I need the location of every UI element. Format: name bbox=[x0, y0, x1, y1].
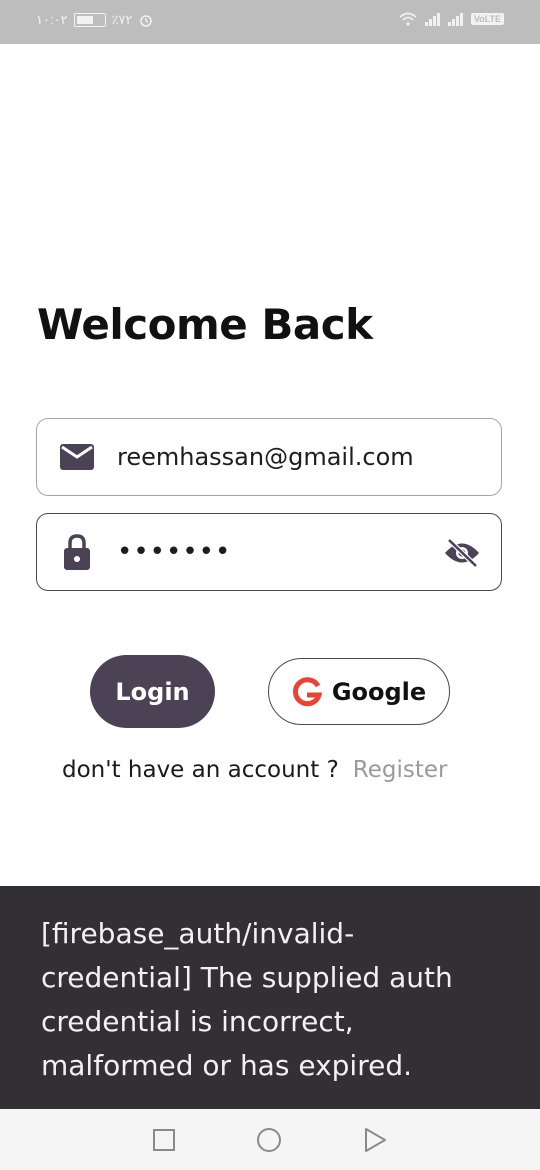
signal-icon-1 bbox=[424, 12, 440, 26]
register-link[interactable]: Register bbox=[353, 757, 448, 783]
status-time: ١٠:٠٢ bbox=[36, 12, 68, 27]
recents-square-icon[interactable] bbox=[152, 1128, 176, 1152]
battery-icon bbox=[73, 13, 106, 27]
volte-badge: VoLTE bbox=[470, 13, 504, 25]
email-field[interactable] bbox=[36, 418, 502, 496]
password-input[interactable] bbox=[117, 537, 437, 567]
snackbar-message: [firebase_auth/invalid-credential] The s… bbox=[41, 917, 453, 1082]
eye-off-icon[interactable] bbox=[443, 538, 481, 573]
signal-icon-2 bbox=[447, 12, 463, 26]
lock-icon bbox=[59, 534, 95, 570]
battery-percent: ٪٧٢ bbox=[111, 12, 133, 27]
back-triangle-icon[interactable] bbox=[362, 1127, 388, 1153]
password-field[interactable] bbox=[36, 513, 502, 591]
page-title: Welcome Back bbox=[37, 300, 373, 349]
error-snackbar: [firebase_auth/invalid-credential] The s… bbox=[0, 886, 540, 1109]
google-button-label: Google bbox=[331, 677, 427, 706]
login-button[interactable]: Login bbox=[90, 655, 215, 728]
status-right: VoLTE bbox=[399, 12, 504, 26]
alarm-icon bbox=[139, 15, 152, 27]
navigation-bar bbox=[0, 1109, 540, 1170]
wifi-icon bbox=[399, 12, 417, 26]
home-circle-icon[interactable] bbox=[256, 1127, 282, 1153]
google-g-icon bbox=[292, 676, 322, 706]
mail-icon bbox=[59, 444, 95, 470]
email-input[interactable] bbox=[117, 443, 437, 471]
google-signin-button[interactable]: Google bbox=[268, 658, 450, 725]
register-row: don't have an account ? Register bbox=[62, 757, 447, 783]
no-account-text: don't have an account ? bbox=[62, 757, 339, 783]
status-bar: ١٠:٠٢ ٪٧٢ VoLTE bbox=[0, 0, 540, 44]
status-left: ١٠:٠٢ ٪٧٢ bbox=[36, 12, 153, 28]
